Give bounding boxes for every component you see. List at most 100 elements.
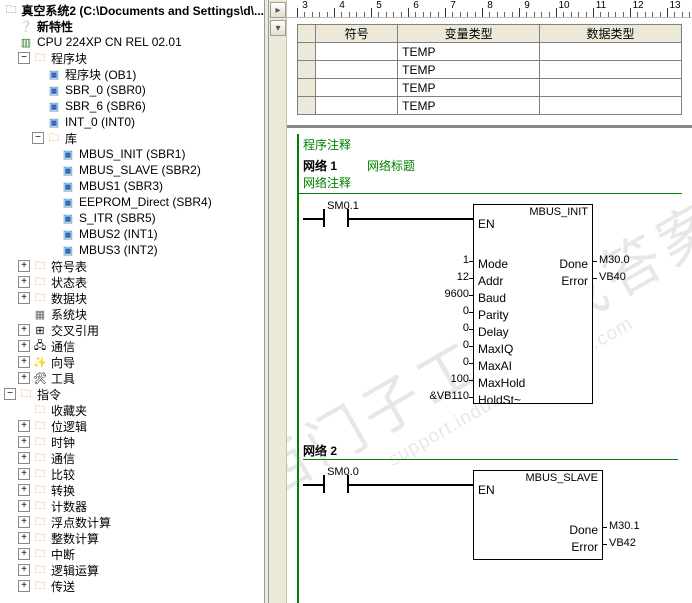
- network-2-ladder[interactable]: SM0.0 MBUS_SLAVE EN DoneError M30.1VB42: [303, 466, 678, 576]
- collapse-icon[interactable]: −: [18, 52, 30, 64]
- var-table-row[interactable]: TEMP: [298, 79, 682, 97]
- var-table-row[interactable]: TEMP: [298, 61, 682, 79]
- tree-mbus-slave[interactable]: ▣ MBUS_SLAVE (SBR2): [58, 162, 264, 178]
- expand-icon[interactable]: +: [18, 564, 30, 576]
- fb-output-value[interactable]: VB42: [609, 537, 636, 549]
- tree-logic-ops[interactable]: + 🗀 逻辑运算: [16, 562, 264, 578]
- expand-icon[interactable]: +: [18, 340, 30, 352]
- tree-interrupt[interactable]: + 🗀 中断: [16, 546, 264, 562]
- tree-label: 比较: [51, 466, 75, 483]
- tree-mbus3[interactable]: ▣ MBUS3 (INT2): [58, 242, 264, 258]
- tree-bit-logic[interactable]: + 🗀 位逻辑: [16, 418, 264, 434]
- project-tree[interactable]: 🗀 真空系统2 (C:\Documents and Settings\d\...…: [0, 0, 264, 603]
- tree-whatsnew[interactable]: ❔ 新特性: [16, 18, 264, 34]
- tree-clock[interactable]: + 🗀 时钟: [16, 434, 264, 450]
- expand-icon[interactable]: +: [18, 484, 30, 496]
- fb-input-value[interactable]: 0: [415, 356, 469, 368]
- expand-icon[interactable]: +: [18, 276, 30, 288]
- expand-icon[interactable]: +: [18, 548, 30, 560]
- expand-icon[interactable]: +: [18, 324, 30, 336]
- var-col-vartype[interactable]: 变量类型: [398, 25, 540, 43]
- tree-mbus-init[interactable]: ▣ MBUS_INIT (SBR1): [58, 146, 264, 162]
- expand-icon[interactable]: +: [18, 468, 30, 480]
- fb-input-value[interactable]: &VB110: [415, 390, 469, 402]
- fb-output-value[interactable]: M30.1: [609, 520, 640, 532]
- tree-move[interactable]: + 🗀 传送: [16, 578, 264, 594]
- expand-icon[interactable]: +: [18, 292, 30, 304]
- expand-icon[interactable]: +: [18, 260, 30, 272]
- tree-project-root[interactable]: 🗀 真空系统2 (C:\Documents and Settings\d\...: [2, 2, 264, 18]
- tree-convert[interactable]: + 🗀 转换: [16, 482, 264, 498]
- toolbar-btn-2[interactable]: ▾: [270, 20, 286, 36]
- expand-icon[interactable]: +: [18, 516, 30, 528]
- tree-symbol-table[interactable]: + 🗀 符号表: [16, 258, 264, 274]
- tree-library[interactable]: − 🗀 库: [30, 130, 264, 146]
- tree-program-blocks[interactable]: − 🗀 程序块: [16, 50, 264, 66]
- fb-input-value[interactable]: 100: [415, 373, 469, 385]
- tree-status-table[interactable]: + 🗀 状态表: [16, 274, 264, 290]
- fb-pin-out: Done: [565, 521, 602, 538]
- tree-sbr6[interactable]: ▣ SBR_6 (SBR6): [44, 98, 264, 114]
- fb-input-value[interactable]: 0: [415, 322, 469, 334]
- tree-float-math[interactable]: + 🗀 浮点数计算: [16, 514, 264, 530]
- block-icon: ▣: [46, 83, 62, 97]
- expand-icon[interactable]: +: [18, 532, 30, 544]
- network-number: 网络 1: [303, 157, 337, 174]
- network-1-ladder[interactable]: SM0.1 MBUS_INIT EN ModeAddrBaudParityDel…: [303, 200, 678, 430]
- var-col-symbol[interactable]: 符号: [316, 25, 398, 43]
- network-comment[interactable]: 网络注释: [299, 174, 682, 194]
- fb-input-value[interactable]: 9600: [415, 288, 469, 300]
- collapse-icon[interactable]: −: [32, 132, 44, 144]
- tree-sbr0[interactable]: ▣ SBR_0 (SBR0): [44, 82, 264, 98]
- expand-icon[interactable]: +: [18, 436, 30, 448]
- expand-icon[interactable]: +: [18, 500, 30, 512]
- tree-cpu[interactable]: ▥ CPU 224XP CN REL 02.01: [16, 34, 264, 50]
- tree-int-math[interactable]: + 🗀 整数计算: [16, 530, 264, 546]
- tree-label: 库: [65, 130, 77, 147]
- fb-input-value[interactable]: 1: [415, 254, 469, 266]
- expand-icon[interactable]: +: [18, 580, 30, 592]
- tree-compare[interactable]: + 🗀 比较: [16, 466, 264, 482]
- tree-cross-ref[interactable]: + ⊞ 交叉引用: [16, 322, 264, 338]
- tree-label: EEPROM_Direct (SBR4): [79, 195, 212, 209]
- network-2-header[interactable]: 网络 2: [299, 440, 682, 459]
- tree-wizard[interactable]: + ✨ 向导: [16, 354, 264, 370]
- fb-input-value[interactable]: 12: [415, 271, 469, 283]
- tree-favorites[interactable]: 🗀 收藏夹: [16, 402, 264, 418]
- folder-icon: 🗀: [32, 563, 48, 577]
- network-title[interactable]: 网络标题: [367, 157, 415, 174]
- var-table-row[interactable]: TEMP: [298, 43, 682, 61]
- fb-input-value[interactable]: 0: [415, 305, 469, 317]
- var-col-datatype[interactable]: 数据类型: [540, 25, 682, 43]
- tree-mbus2[interactable]: ▣ MBUS2 (INT1): [58, 226, 264, 242]
- expand-icon[interactable]: +: [18, 356, 30, 368]
- network-1-header[interactable]: 网络 1 网络标题: [299, 155, 682, 174]
- wizard-icon: ✨: [32, 355, 48, 369]
- tree-ob1[interactable]: ▣ 程序块 (OB1): [44, 66, 264, 82]
- collapse-icon[interactable]: −: [4, 388, 16, 400]
- fb-output-value[interactable]: M30.0: [599, 254, 630, 266]
- function-block-mbus-init[interactable]: MBUS_INIT EN ModeAddrBaudParityDelayMaxI…: [473, 204, 593, 404]
- tree-mbus1[interactable]: ▣ MBUS1 (SBR3): [58, 178, 264, 194]
- tree-system-block[interactable]: ▦ 系统块: [16, 306, 264, 322]
- expand-icon[interactable]: +: [18, 452, 30, 464]
- tree-sitr[interactable]: ▣ S_ITR (SBR5): [58, 210, 264, 226]
- fb-input-value[interactable]: 0: [415, 339, 469, 351]
- variable-table[interactable]: 符号 变量类型 数据类型 TEMPTEMPTEMPTEMP: [297, 24, 682, 115]
- fb-output-value[interactable]: VB40: [599, 271, 626, 283]
- tree-int0[interactable]: ▣ INT_0 (INT0): [44, 114, 264, 130]
- function-block-mbus-slave[interactable]: MBUS_SLAVE EN DoneError: [473, 470, 603, 560]
- tree-communications[interactable]: + 🖧 通信: [16, 338, 264, 354]
- toolbar-btn-1[interactable]: ▸: [270, 2, 286, 18]
- tree-eeprom[interactable]: ▣ EEPROM_Direct (SBR4): [58, 194, 264, 210]
- expand-icon[interactable]: +: [18, 420, 30, 432]
- tree-comm2[interactable]: + 🗀 通信: [16, 450, 264, 466]
- tree-data-block[interactable]: + 🗀 数据块: [16, 290, 264, 306]
- var-table-row[interactable]: TEMP: [298, 97, 682, 115]
- tree-tools[interactable]: + 🛠 工具: [16, 370, 264, 386]
- ladder-editor[interactable]: 西门子工业 找答案 support.industry.siemens.com 程…: [287, 125, 692, 603]
- tree-label: 交叉引用: [51, 322, 99, 339]
- expand-icon[interactable]: +: [18, 372, 30, 384]
- program-comment[interactable]: 程序注释: [299, 134, 682, 155]
- tree-counter[interactable]: + 🗀 计数器: [16, 498, 264, 514]
